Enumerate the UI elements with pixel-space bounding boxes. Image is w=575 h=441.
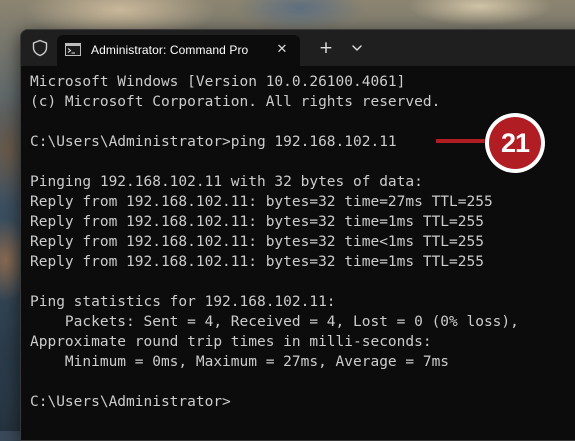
shield-icon [32, 39, 48, 57]
tab-title: Administrator: Command Pro [91, 43, 249, 57]
terminal-window: Administrator: Command Pro ✕ + Microsoft… [20, 29, 575, 441]
chevron-down-icon[interactable] [348, 38, 366, 58]
terminal-line: (c) Microsoft Corporation. All rights re… [30, 94, 441, 110]
callout-number: 21 [489, 117, 541, 169]
tab-administrator-command-prompt[interactable]: Administrator: Command Pro ✕ [57, 35, 300, 66]
terminal-output[interactable]: Microsoft Windows [Version 10.0.26100.40… [30, 72, 519, 412]
terminal-line: Reply from 192.168.102.11: bytes=32 time… [30, 194, 493, 210]
terminal-line: Pinging 192.168.102.11 with 32 bytes of … [30, 174, 423, 190]
terminal-line: Reply from 192.168.102.11: bytes=32 time… [30, 214, 484, 230]
terminal-line: Minimum = 0ms, Maximum = 27ms, Average =… [30, 354, 450, 370]
terminal-line: Microsoft Windows [Version 10.0.26100.40… [30, 74, 406, 90]
terminal-line: Packets: Sent = 4, Received = 4, Lost = … [30, 314, 519, 330]
callout-badge: 21 [485, 113, 545, 173]
plus-icon[interactable]: + [316, 38, 336, 58]
callout-pointer-line [436, 139, 490, 143]
command-prompt-icon [65, 43, 81, 56]
terminal-line: Approximate round trip times in milli-se… [30, 334, 432, 350]
terminal-prompt-line: C:\Users\Administrator> [30, 394, 231, 410]
terminal-line: Reply from 192.168.102.11: bytes=32 time… [30, 254, 484, 270]
terminal-line: Ping statistics for 192.168.102.11: [30, 294, 336, 310]
close-icon[interactable]: ✕ [273, 41, 291, 59]
terminal-line: Reply from 192.168.102.11: bytes=32 time… [30, 234, 484, 250]
title-bar: Administrator: Command Pro ✕ + [21, 30, 575, 66]
